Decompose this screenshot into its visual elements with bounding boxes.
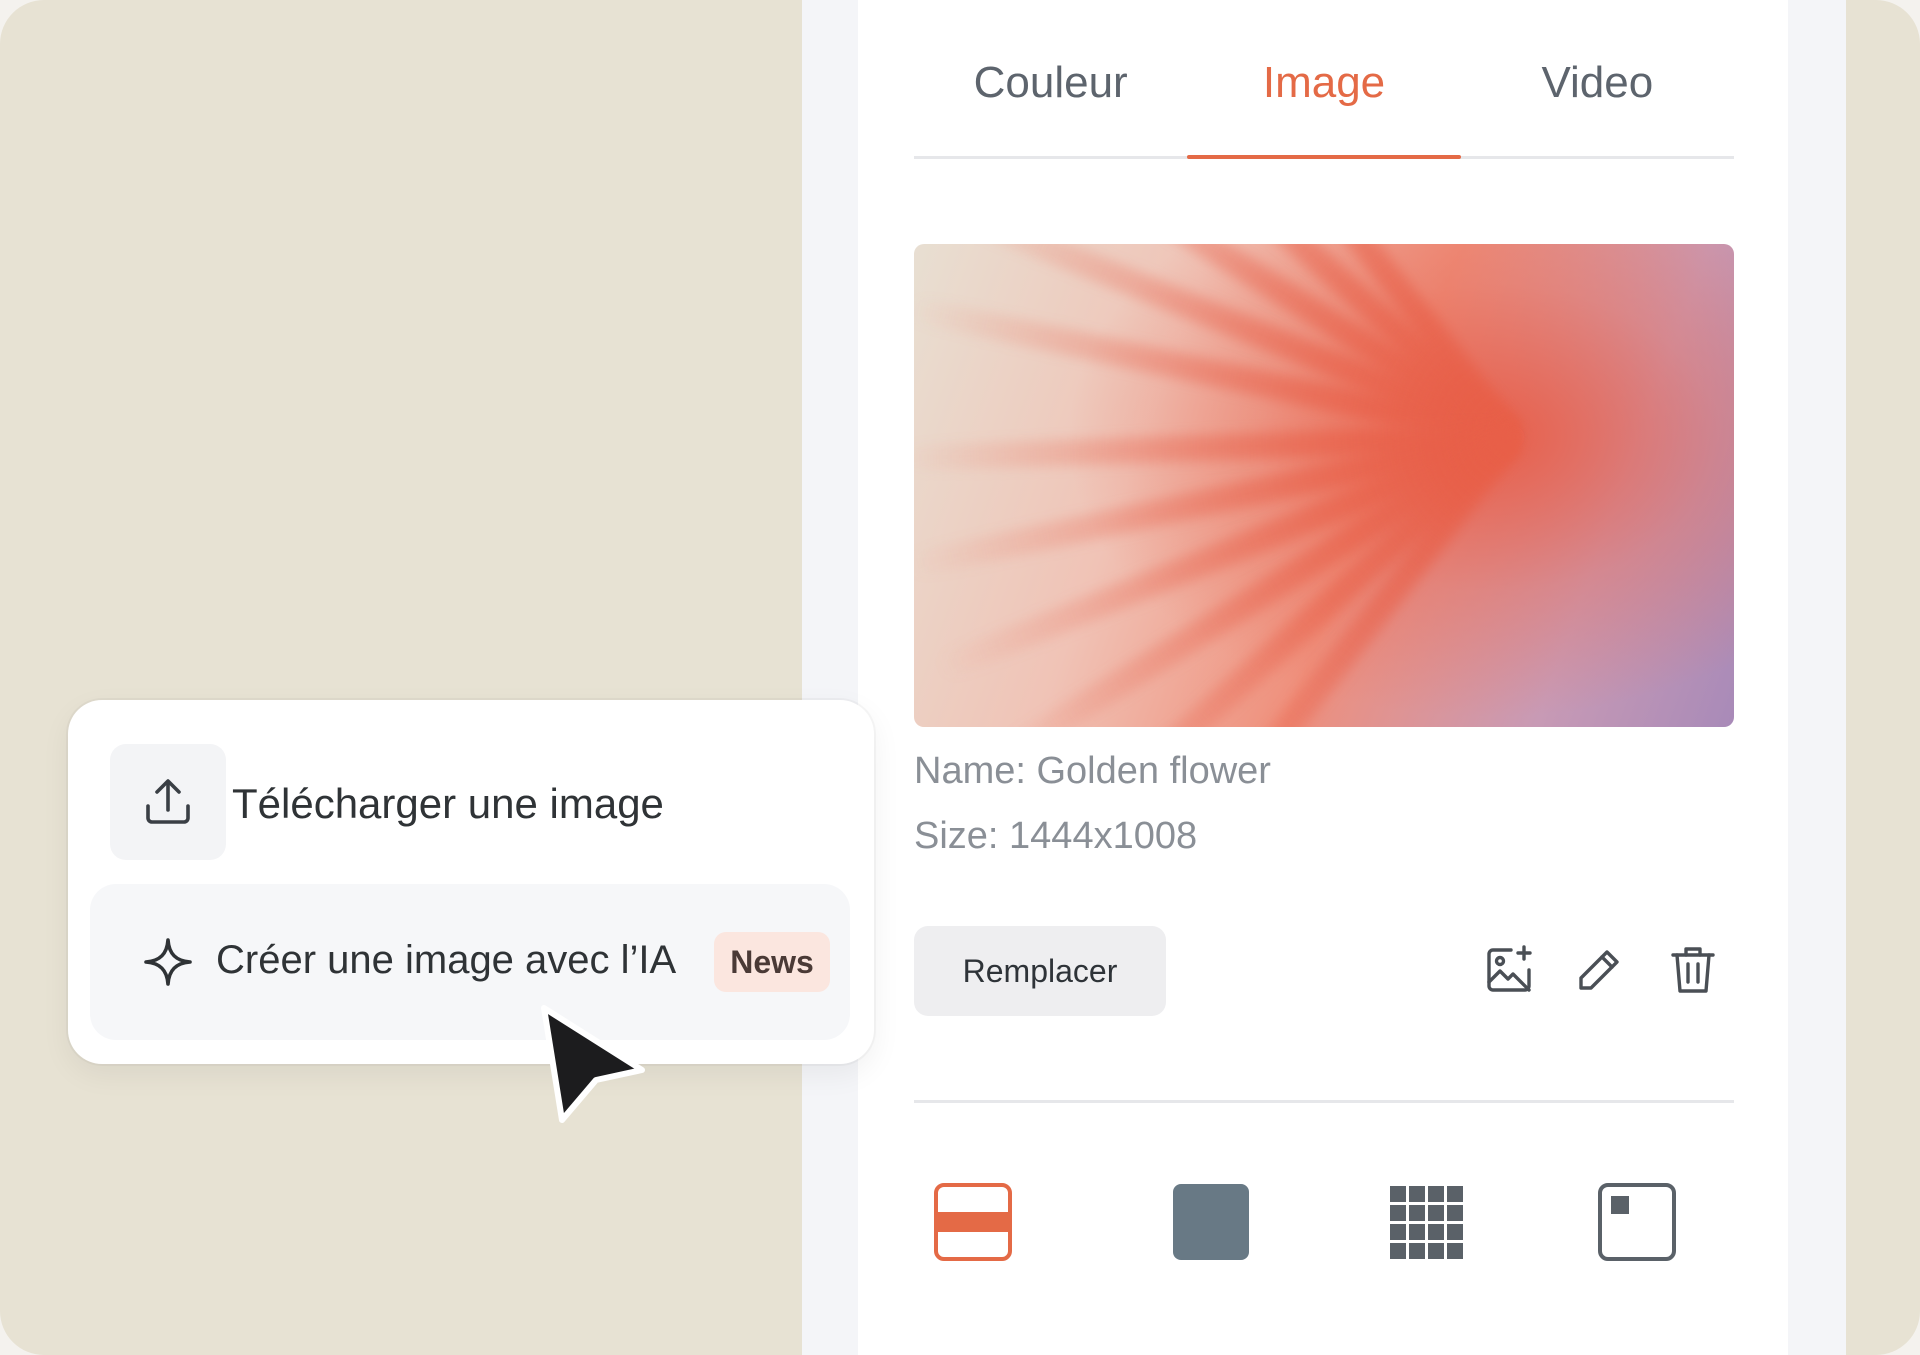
image-preview: [914, 244, 1734, 727]
mouse-cursor-icon: [541, 1005, 645, 1123]
sparkle-icon: [144, 938, 192, 986]
upload-image-option[interactable]: Télécharger une image: [232, 780, 664, 828]
image-source-menu: Télécharger une image Créer une image av…: [68, 700, 874, 1064]
layout-grid-icon[interactable]: [1386, 1182, 1466, 1262]
active-tab-indicator: [1187, 155, 1461, 159]
image-name: Name: Golden flower: [914, 750, 1271, 792]
create-ai-image-label: Créer une image avec l’IA: [216, 938, 677, 982]
layout-fill-icon[interactable]: [1171, 1182, 1251, 1262]
upload-icon[interactable]: [110, 744, 226, 860]
section-divider: [914, 1100, 1734, 1103]
trash-icon[interactable]: [1664, 940, 1722, 1000]
tab-image[interactable]: Image: [1187, 40, 1460, 160]
tab-bar: Couleur Image Video: [914, 40, 1734, 160]
create-ai-image-option[interactable]: Créer une image avec l’IA News: [90, 884, 850, 1040]
pencil-icon[interactable]: [1570, 940, 1628, 1000]
layout-band-icon[interactable]: [933, 1182, 1013, 1262]
replace-button[interactable]: Remplacer: [914, 926, 1166, 1016]
ai-image-icon[interactable]: [1480, 940, 1538, 1000]
tab-couleur[interactable]: Couleur: [914, 40, 1187, 160]
tab-video[interactable]: Video: [1461, 40, 1734, 160]
image-size: Size: 1444x1008: [914, 815, 1198, 857]
app-frame: Couleur Image Video Name: Golden flower …: [0, 0, 1920, 1355]
news-badge: News: [714, 932, 830, 992]
layout-corner-icon[interactable]: [1597, 1182, 1677, 1262]
